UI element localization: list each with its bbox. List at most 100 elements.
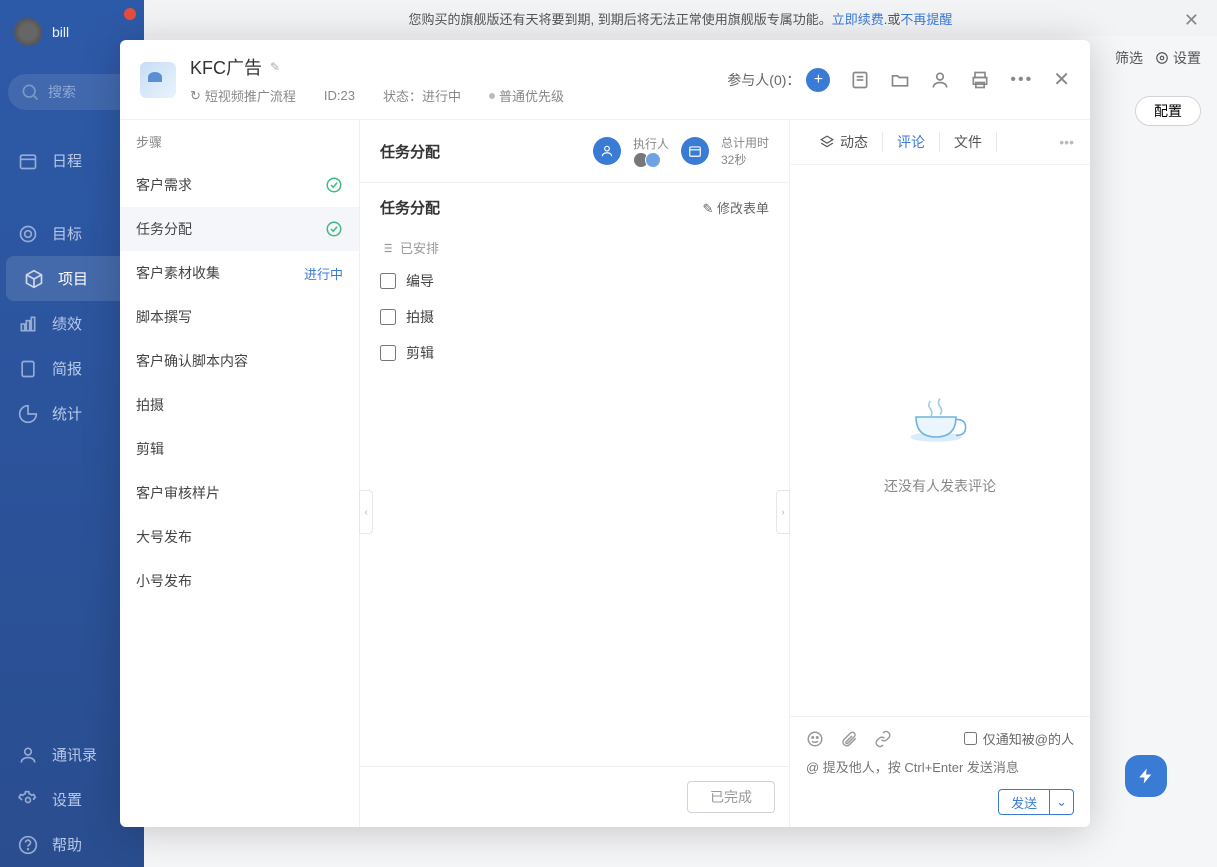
nav-project[interactable]: 项目 <box>6 256 138 301</box>
banner-text: 您购买的旗舰版还有天将要到期, 到期后将无法正常使用旗舰版专属功能。 <box>409 9 832 28</box>
flow-name: ↻ 短视频推广流程 <box>190 86 296 105</box>
collapse-left-button[interactable]: ‹ <box>359 490 373 534</box>
check-icon <box>325 176 343 194</box>
username: bill <box>52 24 69 40</box>
folder-icon[interactable] <box>890 70 910 90</box>
steps-header: 步骤 <box>120 120 359 163</box>
empty-comments: 还没有人发表评论 <box>790 165 1090 716</box>
nav-help[interactable]: 帮助 <box>0 822 144 867</box>
step-name: 脚本撰写 <box>136 307 192 327</box>
time-value: 32秒 <box>721 151 769 168</box>
nav-help-label: 帮助 <box>52 834 82 855</box>
tabs-more-icon[interactable]: ••• <box>1059 134 1074 150</box>
send-button[interactable]: 发送 <box>998 789 1050 815</box>
task-checkbox[interactable] <box>380 273 396 289</box>
search-input[interactable]: 搜索 <box>8 74 136 110</box>
link-icon[interactable] <box>874 730 892 748</box>
center-column: ‹ › 任务分配 执行人 总计用时 <box>360 120 790 827</box>
check-icon <box>325 220 343 238</box>
task-row: 编导 <box>360 263 789 299</box>
user-icon[interactable] <box>930 70 950 90</box>
help-icon <box>18 835 38 855</box>
nav-performance-label: 绩效 <box>52 313 82 334</box>
nav-contacts-label: 通讯录 <box>52 744 97 765</box>
comment-input[interactable] <box>806 756 1074 779</box>
executor-avatars <box>633 152 669 168</box>
config-button[interactable]: 配置 <box>1135 96 1201 126</box>
step-name: 客户需求 <box>136 175 192 195</box>
step-name: 大号发布 <box>136 527 192 547</box>
only-at-checkbox[interactable]: 仅通知被@的人 <box>964 729 1074 748</box>
bolt-icon <box>1137 767 1155 785</box>
task-modal: KFC广告 ✎ ↻ 短视频推广流程 ID:23 状态：进行中 普通优先级 参与人… <box>120 40 1090 827</box>
task-row: 拍摄 <box>360 299 789 335</box>
step-row[interactable]: 客户素材收集进行中 <box>120 251 359 295</box>
print-icon[interactable] <box>970 70 990 90</box>
arranged-label: 已安排 <box>360 232 789 263</box>
page-tools: 筛选 设置 <box>1115 48 1201 68</box>
collapse-right-button[interactable]: › <box>776 490 790 534</box>
step-row[interactable]: 脚本撰写 <box>120 295 359 339</box>
center-title: 任务分配 <box>380 141 440 162</box>
step-name: 任务分配 <box>136 219 192 239</box>
fab-button[interactable] <box>1125 755 1167 797</box>
doc-icon <box>18 359 38 379</box>
search-placeholder: 搜索 <box>48 82 76 102</box>
step-row[interactable]: 任务分配 <box>120 207 359 251</box>
step-name: 客户确认脚本内容 <box>136 351 248 371</box>
calendar-icon <box>18 151 38 171</box>
banner-dismiss-link[interactable]: 不再提醒 <box>900 9 952 28</box>
modal-header: KFC广告 ✎ ↻ 短视频推广流程 ID:23 状态：进行中 普通优先级 参与人… <box>120 40 1090 105</box>
target-icon <box>18 224 38 244</box>
project-thumbnail <box>140 62 176 98</box>
contacts-icon <box>18 745 38 765</box>
step-row[interactable]: 客户需求 <box>120 163 359 207</box>
modify-form-link[interactable]: ✎ 修改表单 <box>702 198 769 217</box>
banner-renew-link[interactable]: 立即续费 <box>832 9 884 28</box>
expiry-banner: 您购买的旗舰版还有天将要到期, 到期后将无法正常使用旗舰版专属功能。 立即续费 … <box>144 0 1217 36</box>
task-label: 剪辑 <box>406 343 434 363</box>
close-icon[interactable]: ✕ <box>1053 67 1070 92</box>
empty-text: 还没有人发表评论 <box>884 476 996 496</box>
edit-title-icon[interactable]: ✎ <box>270 60 280 74</box>
filter-link[interactable]: 筛选 <box>1115 48 1143 68</box>
step-row[interactable]: 剪辑 <box>120 427 359 471</box>
step-name: 小号发布 <box>136 571 192 591</box>
step-row[interactable]: 小号发布 <box>120 559 359 603</box>
done-button[interactable]: 已完成 <box>687 781 775 813</box>
attach-icon[interactable] <box>840 730 858 748</box>
nav-stats-label: 统计 <box>52 403 82 424</box>
right-column: 动态 评论 文件 ••• 还没有人发表评论 <box>790 120 1090 827</box>
banner-or: .或 <box>884 9 901 28</box>
cup-icon <box>900 386 980 456</box>
calendar-icon[interactable] <box>681 137 709 165</box>
tab-file[interactable]: 文件 <box>940 132 997 152</box>
task-label: 编导 <box>406 271 434 291</box>
step-row[interactable]: 客户确认脚本内容 <box>120 339 359 383</box>
emoji-icon[interactable] <box>806 730 824 748</box>
notes-icon[interactable] <box>850 70 870 90</box>
executor-icon[interactable] <box>593 137 621 165</box>
search-icon <box>20 82 40 102</box>
tab-activity[interactable]: 动态 <box>806 132 883 152</box>
banner-close-icon[interactable]: ✕ <box>1184 10 1199 31</box>
notification-dot <box>122 6 138 22</box>
settings-link[interactable]: 设置 <box>1155 48 1201 68</box>
task-checkbox[interactable] <box>380 309 396 325</box>
steps-column: 步骤 客户需求任务分配客户素材收集进行中脚本撰写客户确认脚本内容拍摄剪辑客户审核… <box>120 120 360 827</box>
project-priority: 普通优先级 <box>489 86 564 105</box>
step-name: 客户审核样片 <box>136 483 220 503</box>
more-icon[interactable]: ••• <box>1010 71 1033 89</box>
step-row[interactable]: 大号发布 <box>120 515 359 559</box>
nav-goal-label: 目标 <box>52 223 82 244</box>
chart-icon <box>18 314 38 334</box>
send-dropdown-button[interactable]: ⌄ <box>1050 789 1074 815</box>
step-row[interactable]: 拍摄 <box>120 383 359 427</box>
task-checkbox[interactable] <box>380 345 396 361</box>
step-row[interactable]: 客户审核样片 <box>120 471 359 515</box>
add-participant-button[interactable]: + <box>806 68 830 92</box>
project-title: KFC广告 <box>190 54 262 80</box>
cube-icon <box>24 269 44 289</box>
gear-icon <box>18 790 38 810</box>
tab-comment[interactable]: 评论 <box>883 132 940 152</box>
